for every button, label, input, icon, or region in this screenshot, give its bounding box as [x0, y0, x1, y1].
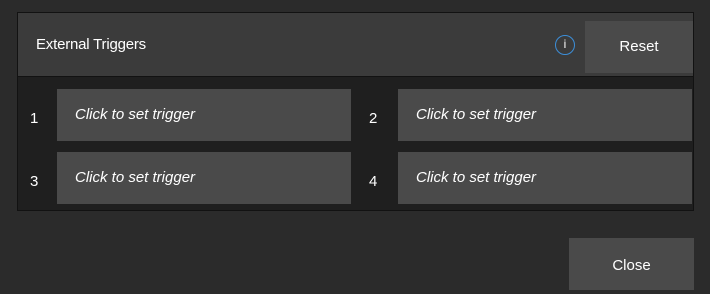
panel-header: External Triggers i Reset	[18, 13, 693, 77]
trigger-number-1: 1	[30, 110, 39, 127]
info-icon[interactable]: i	[555, 35, 575, 55]
panel-title: External Triggers	[36, 36, 146, 53]
trigger-3-button[interactable]: Click to set trigger	[57, 152, 351, 204]
close-button[interactable]: Close	[569, 238, 694, 290]
reset-button[interactable]: Reset	[585, 21, 693, 73]
trigger-2-button[interactable]: Click to set trigger	[398, 89, 692, 141]
trigger-number-4: 4	[369, 173, 378, 190]
external-triggers-dialog: External Triggers i Reset 1 Click to set…	[0, 0, 710, 290]
trigger-number-3: 3	[30, 173, 39, 190]
trigger-4-button[interactable]: Click to set trigger	[398, 152, 692, 204]
triggers-panel: External Triggers i Reset 1 Click to set…	[17, 12, 694, 211]
trigger-1-button[interactable]: Click to set trigger	[57, 89, 351, 141]
trigger-number-2: 2	[369, 110, 378, 127]
